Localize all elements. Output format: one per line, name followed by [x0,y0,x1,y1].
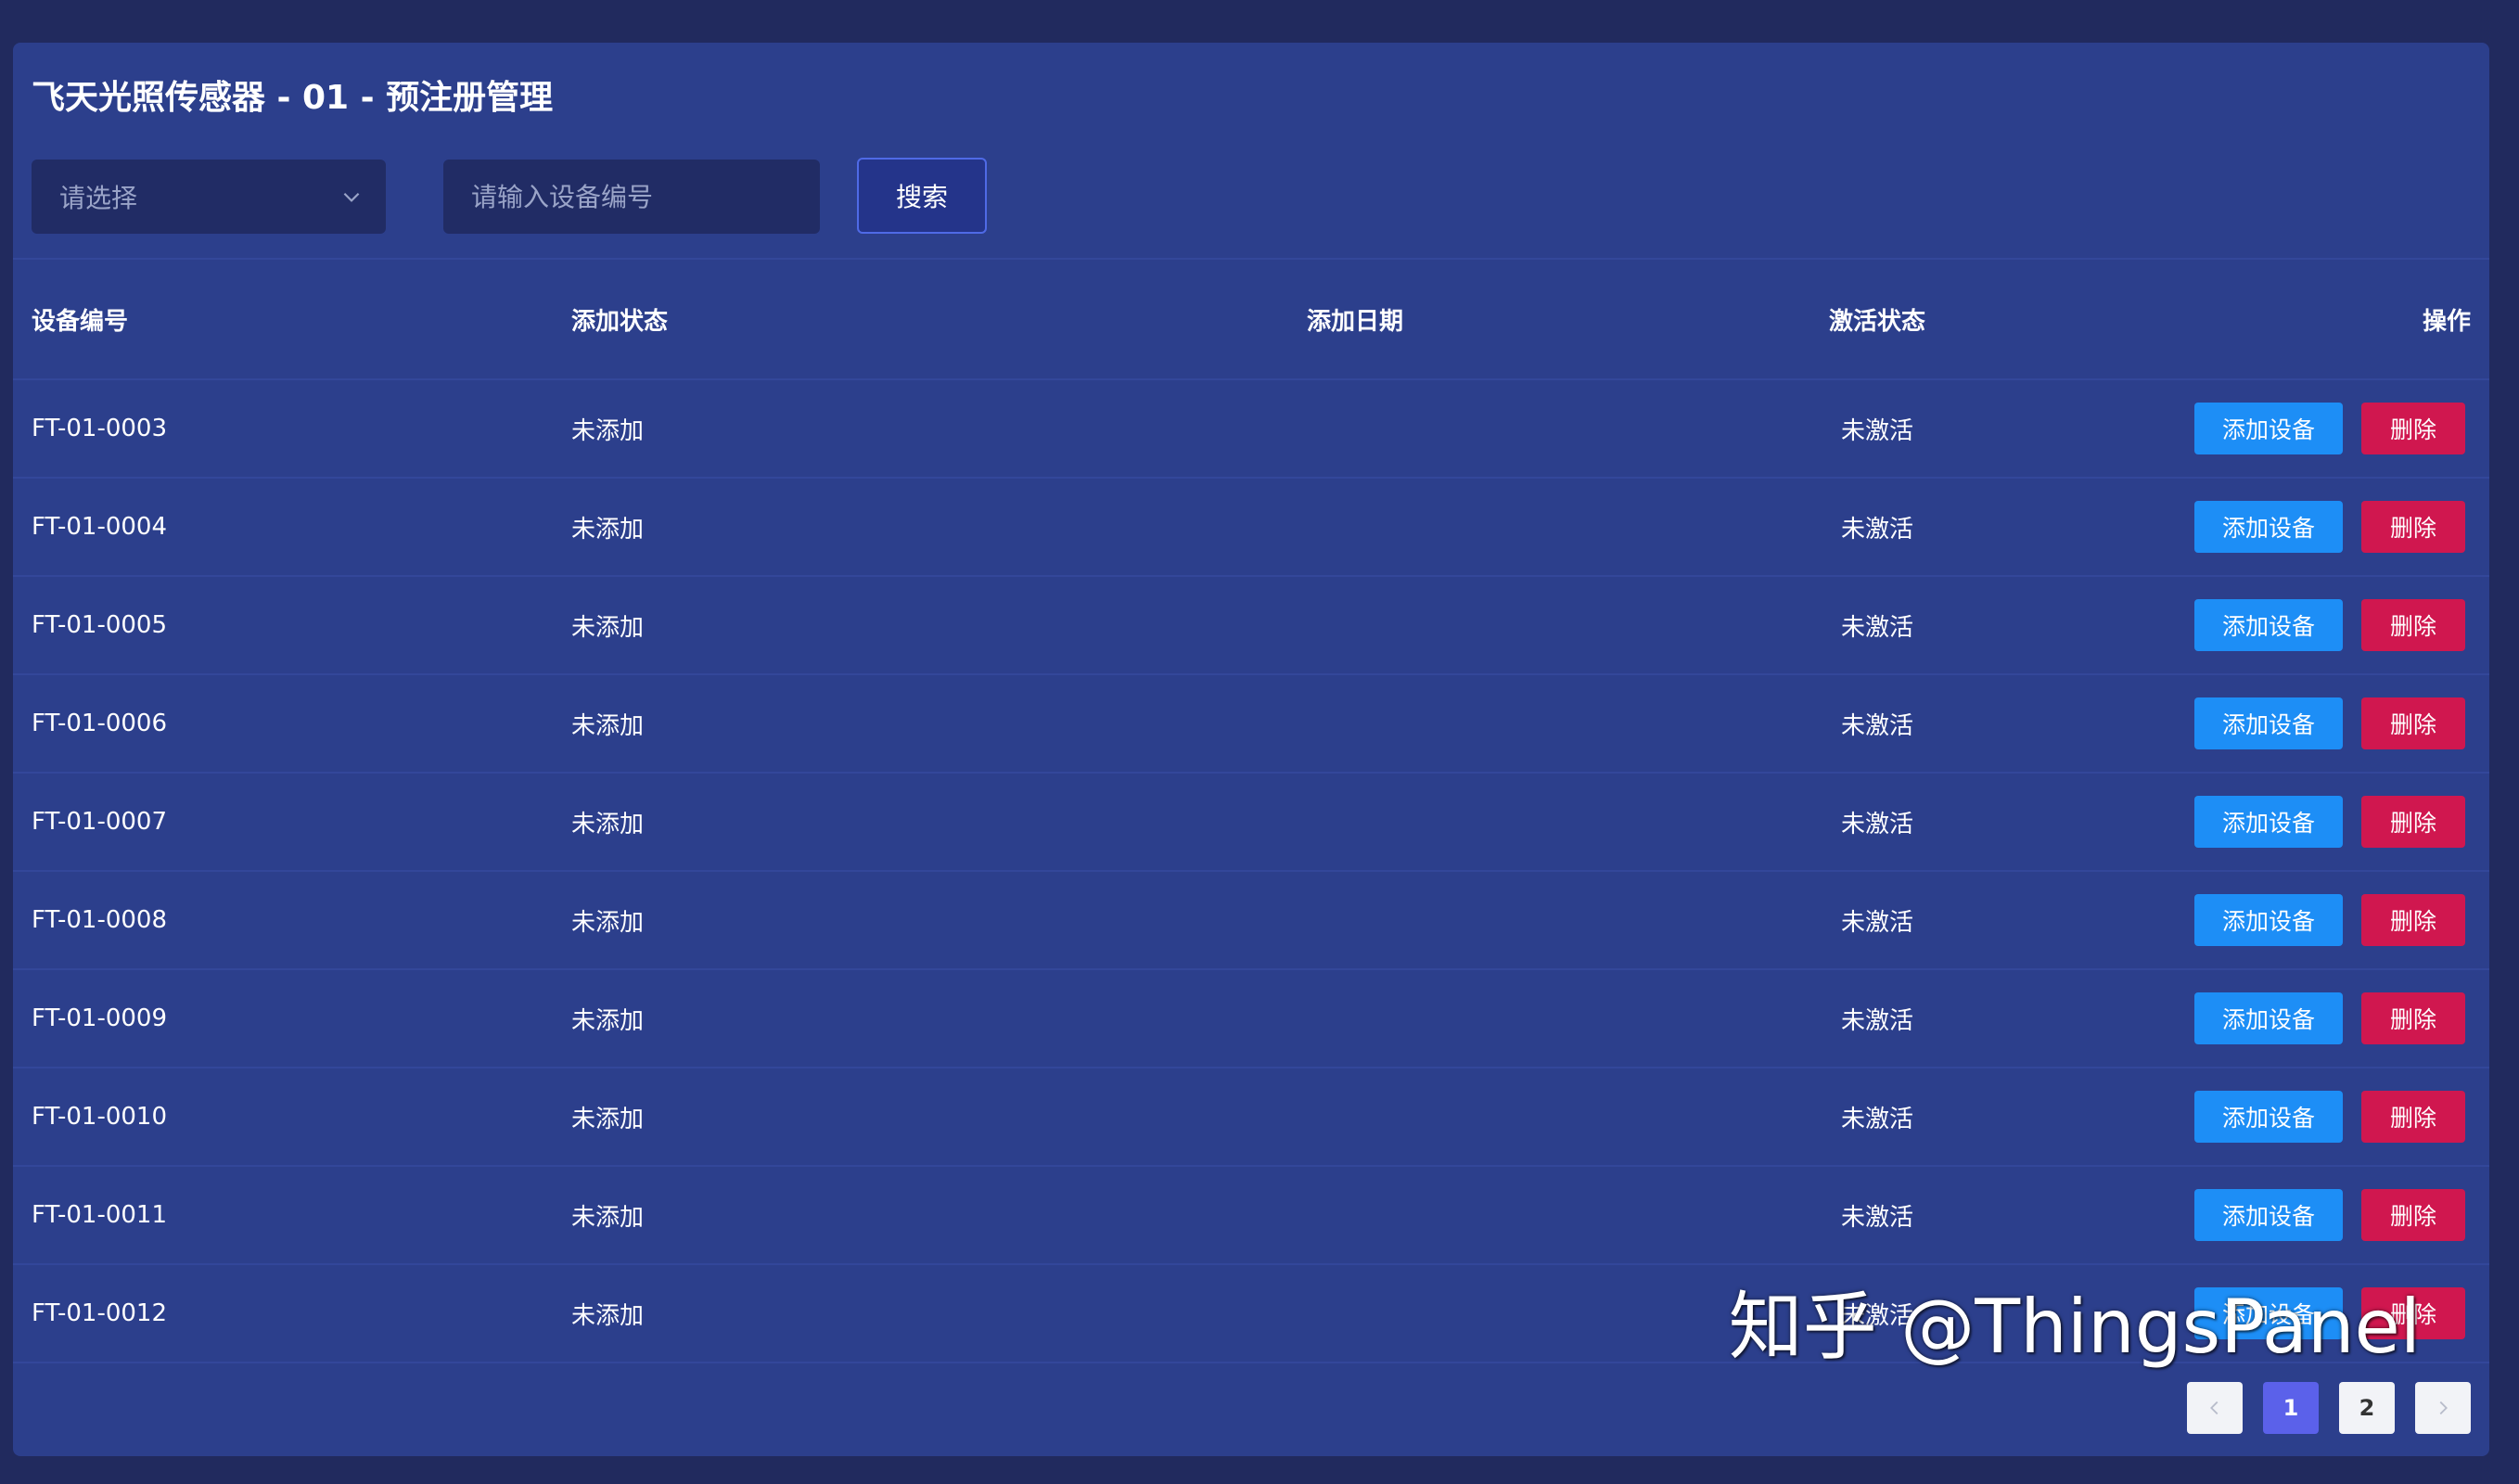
device-id-search-input[interactable] [443,160,820,234]
cell-activation-status: 未激活 [1840,711,1913,740]
add-device-button[interactable]: 添加设备 [2194,992,2343,1044]
search-button[interactable]: 搜索 [857,158,987,234]
cell-actions: 添加设备 删除 [2194,1068,2465,1165]
cell-add-status: 未添加 [571,515,645,544]
table-row: FT-01-0011 未添加 未激活 添加设备 删除 [13,1167,2489,1265]
cell-actions: 添加设备 删除 [2194,675,2465,772]
cell-device-id: FT-01-0006 [32,710,168,737]
add-device-button[interactable]: 添加设备 [2194,1189,2343,1241]
delete-button[interactable]: 删除 [2361,992,2465,1044]
delete-button[interactable]: 删除 [2361,1189,2465,1241]
cell-actions: 添加设备 删除 [2194,1167,2465,1263]
table-row: FT-01-0004 未添加 未激活 添加设备 删除 [13,479,2489,577]
cell-activation-status: 未激活 [1840,515,1913,544]
table-row: FT-01-0006 未添加 未激活 添加设备 删除 [13,675,2489,774]
cell-activation-status: 未激活 [1840,908,1913,937]
cell-add-status: 未添加 [571,613,645,642]
delete-button[interactable]: 删除 [2361,697,2465,749]
chevron-right-icon [2439,1401,2448,1415]
header-add-date: 添加日期 [1307,307,1404,336]
cell-device-id: FT-01-0012 [32,1299,168,1327]
cell-actions: 添加设备 删除 [2194,1265,2465,1362]
cell-activation-status: 未激活 [1840,1301,1913,1330]
page-2-button[interactable]: 2 [2339,1382,2395,1434]
cell-add-status: 未添加 [571,1006,645,1035]
cell-activation-status: 未激活 [1840,416,1913,445]
cell-add-status: 未添加 [571,1105,645,1133]
filter-select-placeholder: 请选择 [59,183,138,213]
cell-actions: 添加设备 删除 [2194,380,2465,477]
cell-activation-status: 未激活 [1840,1006,1913,1035]
header-device-id: 设备编号 [32,307,129,336]
table-row: FT-01-0010 未添加 未激活 添加设备 删除 [13,1068,2489,1167]
table-row: FT-01-0008 未添加 未激活 添加设备 删除 [13,872,2489,970]
cell-device-id: FT-01-0007 [32,808,168,836]
add-device-button[interactable]: 添加设备 [2194,501,2343,553]
pagination: 1 2 [2187,1382,2471,1434]
chevron-down-icon [343,192,360,202]
header-activation-status: 激活状态 [1828,307,1925,336]
delete-button[interactable]: 删除 [2361,796,2465,848]
cell-activation-status: 未激活 [1840,810,1913,838]
add-device-button[interactable]: 添加设备 [2194,1287,2343,1339]
add-device-button[interactable]: 添加设备 [2194,894,2343,946]
delete-button[interactable]: 删除 [2361,1091,2465,1143]
cell-activation-status: 未激活 [1840,1203,1913,1232]
header-actions: 操作 [2422,307,2471,336]
header-add-status: 添加状态 [571,307,669,336]
delete-button[interactable]: 删除 [2361,894,2465,946]
next-page-button[interactable] [2415,1382,2471,1434]
cell-actions: 添加设备 删除 [2194,577,2465,673]
cell-add-status: 未添加 [571,810,645,838]
page-title: 飞天光照传感器 - 01 - 预注册管理 [32,79,554,117]
table-row: FT-01-0007 未添加 未激活 添加设备 删除 [13,774,2489,872]
cell-actions: 添加设备 删除 [2194,970,2465,1067]
cell-add-status: 未添加 [571,1301,645,1330]
add-device-button[interactable]: 添加设备 [2194,796,2343,848]
delete-button[interactable]: 删除 [2361,403,2465,454]
chevron-left-icon [2210,1401,2219,1415]
cell-activation-status: 未激活 [1840,1105,1913,1133]
cell-add-status: 未添加 [571,908,645,937]
table-row: FT-01-0009 未添加 未激活 添加设备 删除 [13,970,2489,1068]
add-device-button[interactable]: 添加设备 [2194,697,2343,749]
cell-device-id: FT-01-0003 [32,415,168,442]
cell-actions: 添加设备 删除 [2194,872,2465,968]
cell-actions: 添加设备 删除 [2194,479,2465,575]
table-row: FT-01-0012 未添加 未激活 添加设备 删除 [13,1265,2489,1363]
prev-page-button[interactable] [2187,1382,2243,1434]
delete-button[interactable]: 删除 [2361,501,2465,553]
cell-add-status: 未添加 [571,1203,645,1232]
filter-select[interactable]: 请选择 [32,160,386,234]
cell-activation-status: 未激活 [1840,613,1913,642]
add-device-button[interactable]: 添加设备 [2194,1091,2343,1143]
cell-add-status: 未添加 [571,416,645,445]
main-panel: 飞天光照传感器 - 01 - 预注册管理 请选择 搜索 设备编号 添加状态 添加… [13,43,2489,1456]
delete-button[interactable]: 删除 [2361,1287,2465,1339]
page-1-button[interactable]: 1 [2263,1382,2319,1434]
add-device-button[interactable]: 添加设备 [2194,403,2343,454]
cell-add-status: 未添加 [571,711,645,740]
table-row: FT-01-0005 未添加 未激活 添加设备 删除 [13,577,2489,675]
cell-device-id: FT-01-0010 [32,1103,168,1131]
table-header: 设备编号 添加状态 添加日期 激活状态 操作 [13,260,2489,380]
cell-device-id: FT-01-0004 [32,513,168,541]
cell-device-id: FT-01-0008 [32,906,168,934]
add-device-button[interactable]: 添加设备 [2194,599,2343,651]
cell-device-id: FT-01-0009 [32,1004,168,1032]
cell-device-id: FT-01-0011 [32,1201,168,1229]
cell-actions: 添加设备 删除 [2194,774,2465,870]
delete-button[interactable]: 删除 [2361,599,2465,651]
cell-device-id: FT-01-0005 [32,611,168,639]
table-row: FT-01-0003 未添加 未激活 添加设备 删除 [13,380,2489,479]
